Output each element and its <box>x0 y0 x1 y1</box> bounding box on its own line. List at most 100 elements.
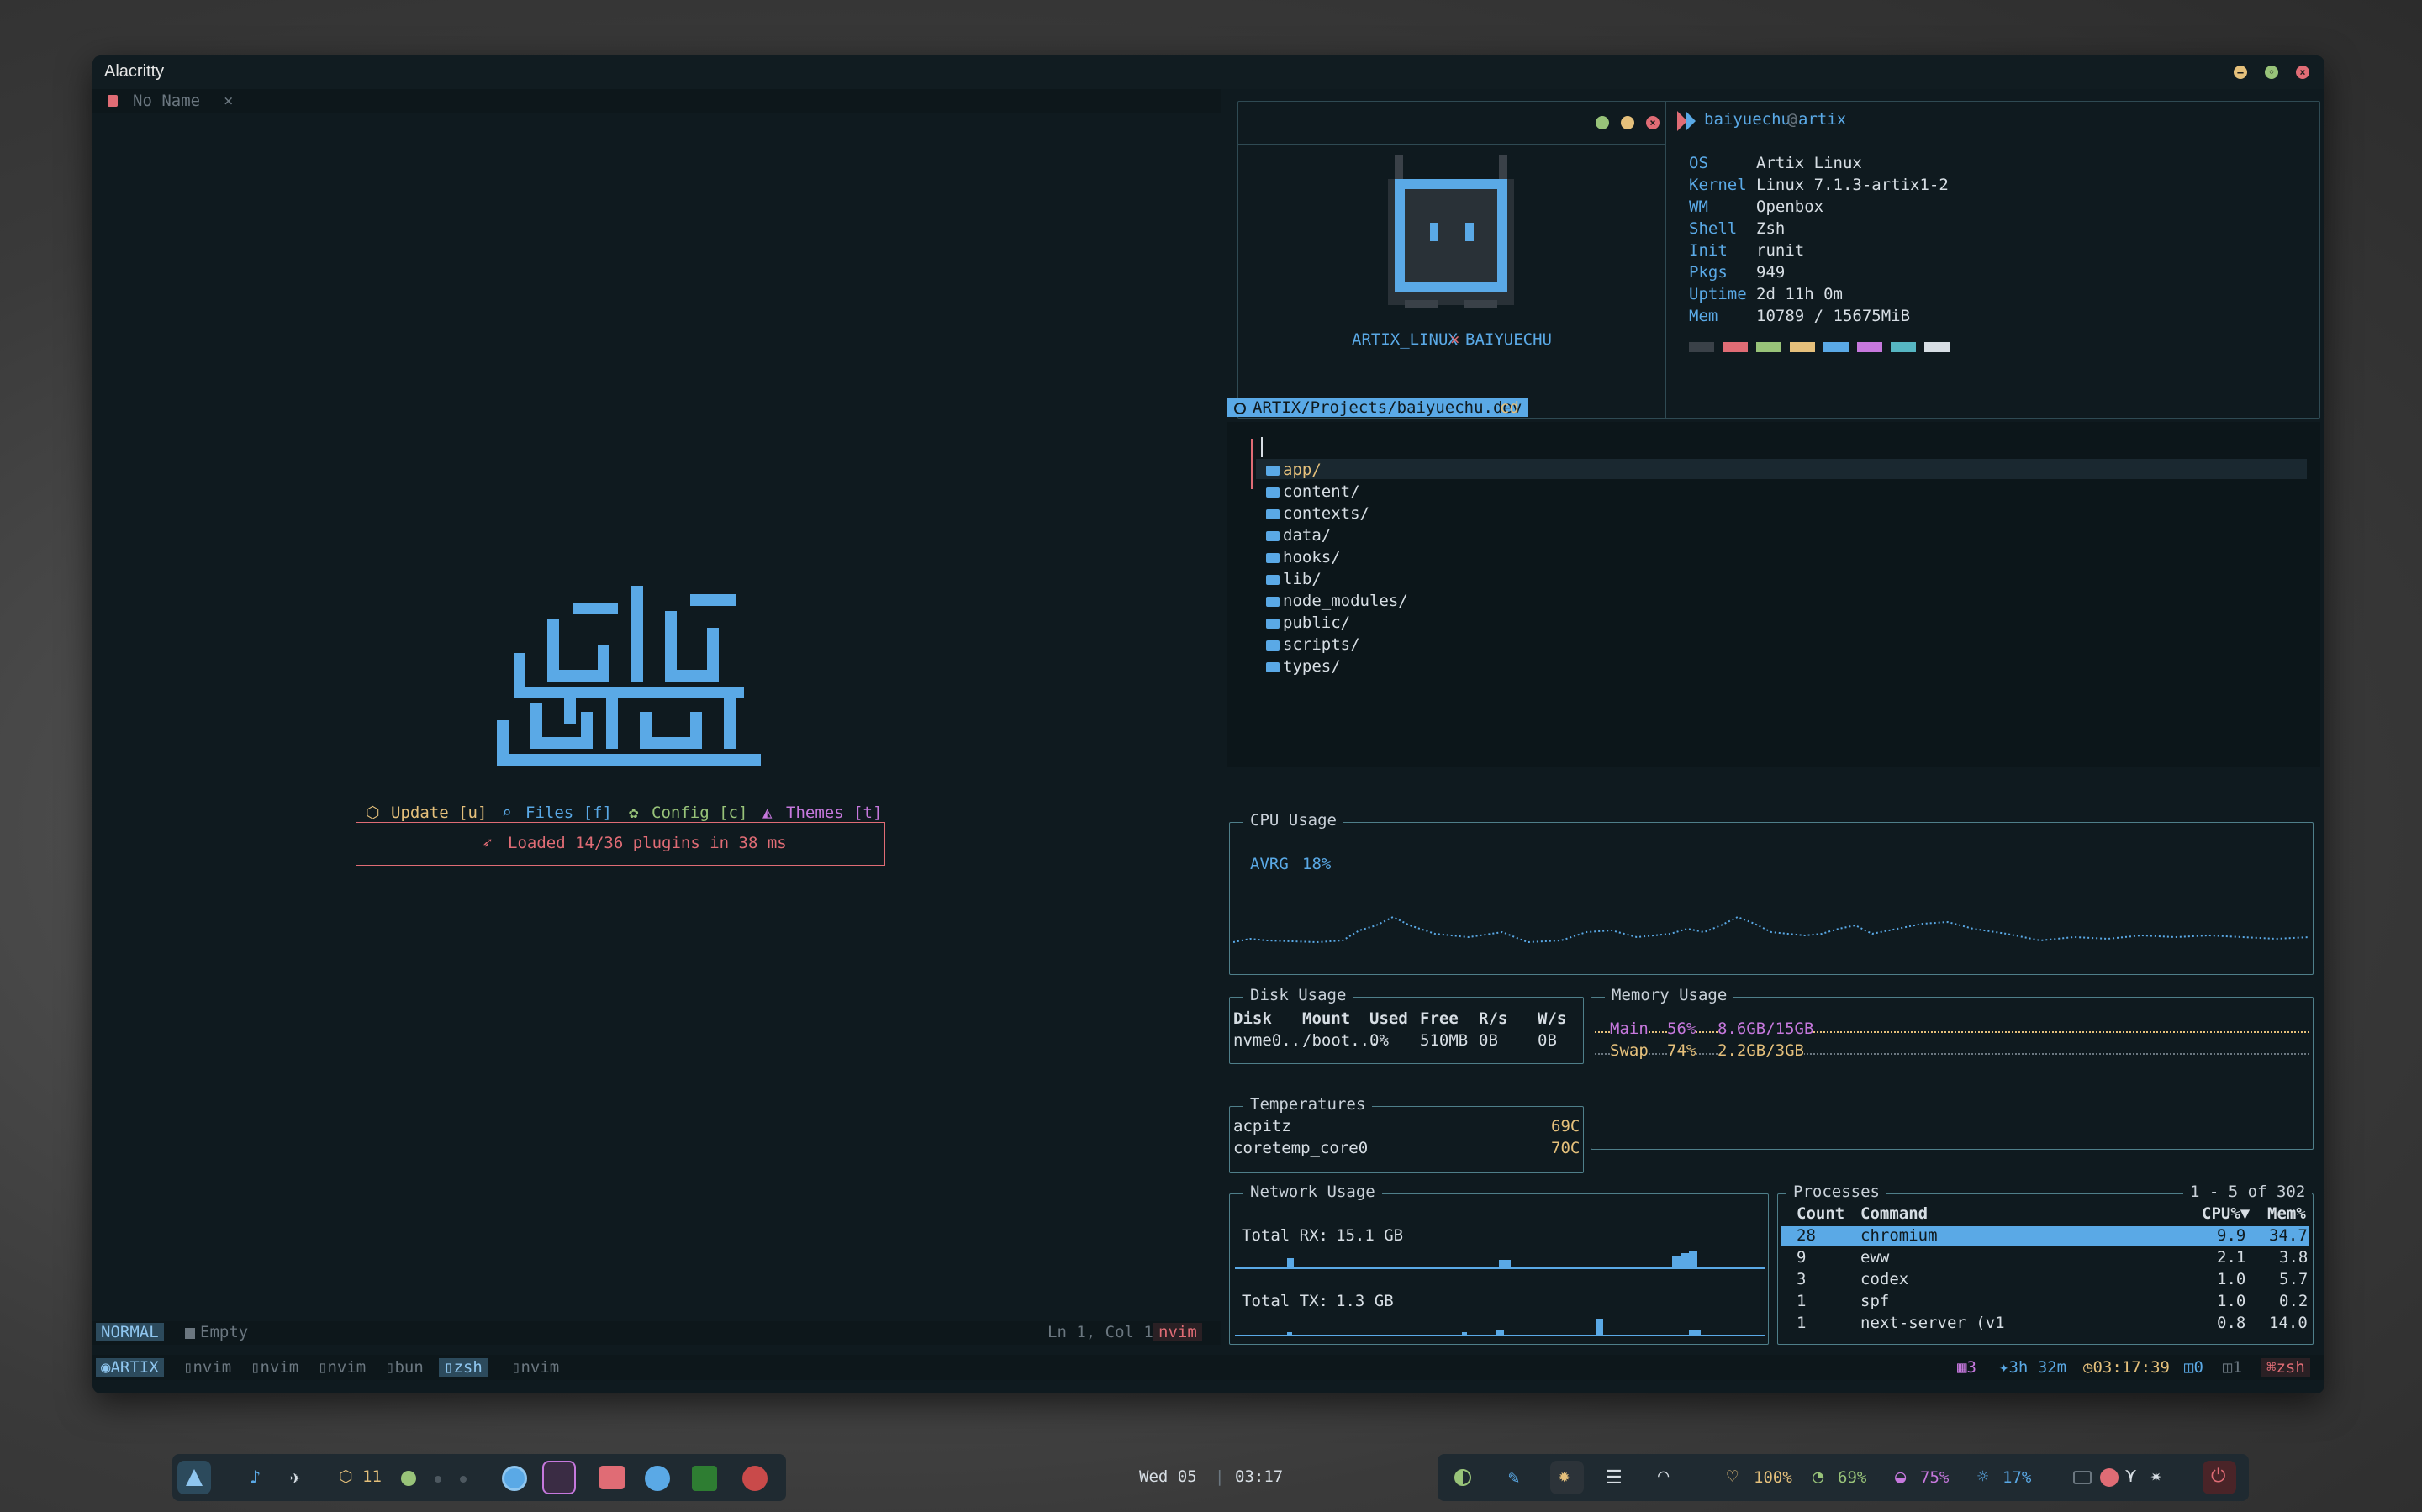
minimize-button[interactable]: – <box>2234 66 2247 79</box>
color-picker-icon[interactable]: ✎ <box>1508 1467 1519 1488</box>
time-spent: ✦3h 32m <box>1999 1358 2067 1377</box>
jet-icon[interactable]: ✈ <box>290 1467 301 1488</box>
taskbar-right: ✎ ✹ ☰ ◠ ♡ 100% ◔ 69% ◒ 75% ☼ 17% ⋎ ✷ ⏻ <box>1438 1454 2249 1501</box>
folder-icon <box>1266 531 1280 541</box>
folder-entry[interactable]: lib/ <box>1266 570 1322 588</box>
tmux-window-active[interactable]: ▯zsh <box>439 1358 488 1377</box>
cursor-position: Ln 1, Col 1 <box>1047 1323 1153 1341</box>
power-icon: ⏻ <box>2211 1466 2226 1487</box>
folder-entry[interactable]: data/ <box>1266 526 1331 545</box>
folder-icon <box>1266 509 1280 519</box>
tx-value: 1.3 GB <box>1336 1292 1394 1310</box>
nvim-tabline: No Name × <box>92 89 1221 113</box>
sliders-icon[interactable]: ☰ <box>1606 1467 1623 1488</box>
swap-mem-graph <box>1595 1053 2309 1056</box>
folder-icon <box>1266 487 1280 498</box>
folder-icon <box>1266 597 1280 607</box>
yin-yang-icon[interactable] <box>401 1471 416 1486</box>
tray-app-icon[interactable]: ✷ <box>2150 1466 2161 1487</box>
tmux-window[interactable]: ▯nvim <box>183 1358 231 1377</box>
folder-icon <box>1266 640 1280 651</box>
folder-entry[interactable]: node_modules/ <box>1266 592 1408 610</box>
tmux-window[interactable]: ▯nvim <box>511 1358 559 1377</box>
gear-icon: ✿ <box>629 803 639 822</box>
update-button[interactable]: Update [u] <box>391 803 487 822</box>
network-usage-panel: Network Usage Total RX: 15.1 GB Total TX… <box>1229 1183 1769 1345</box>
tmux-session[interactable]: ◉ARTIX <box>96 1358 164 1377</box>
workspace-dot[interactable] <box>435 1476 441 1483</box>
tmux-status-bar: ◉ARTIX ▯nvim ▯nvim ▯nvim ▯bun ▯zsh ▯nvim… <box>92 1355 2324 1380</box>
logo-caption-right: BAIYUECHU <box>1465 330 1552 349</box>
robot-logo <box>1388 155 1514 308</box>
theme-toggle-icon[interactable] <box>1454 1469 1471 1486</box>
cpu-graph <box>1233 915 2309 944</box>
recorder-icon[interactable] <box>742 1466 768 1491</box>
tx-graph <box>1235 1319 1765 1336</box>
vscode-tray-icon[interactable]: ⋎ <box>2125 1466 2136 1487</box>
folder-entry[interactable]: hooks/ <box>1266 548 1341 566</box>
folder-entry[interactable]: scripts/ <box>1266 635 1360 654</box>
updates-icon[interactable]: ⬡ <box>339 1467 353 1486</box>
code-editor-icon[interactable] <box>542 1461 576 1494</box>
gear-icon: ✹ <box>1559 1466 1570 1487</box>
themes-button[interactable]: Themes [t] <box>786 803 882 822</box>
palette-swatch <box>1756 342 1781 352</box>
record-tray-icon[interactable] <box>2100 1468 2119 1487</box>
wifi-icon[interactable]: ◠ <box>1658 1466 1669 1487</box>
shell-indicator: ⌘zsh <box>2261 1358 2310 1377</box>
config-button[interactable]: Config [c] <box>652 803 747 822</box>
palette-swatch <box>1924 342 1950 352</box>
folder-entry[interactable]: types/ <box>1266 657 1341 676</box>
telegram-icon[interactable] <box>645 1466 670 1491</box>
fetch-value: Openbox <box>1756 198 1824 216</box>
maximize-button[interactable]: ◦ <box>2265 66 2278 79</box>
presentation-icon[interactable] <box>599 1466 625 1489</box>
main-mem-graph <box>1595 1031 2309 1035</box>
fetch-value: 2d 11h 0m <box>1756 285 1843 303</box>
tmux-window[interactable]: ▯nvim <box>318 1358 366 1377</box>
tmux-window[interactable]: ▯nvim <box>251 1358 298 1377</box>
close-tab-icon[interactable]: × <box>224 92 233 110</box>
process-header[interactable]: Mem% <box>2267 1204 2306 1223</box>
palette-swatch <box>1891 342 1916 352</box>
processes-title: Processes <box>1786 1183 1886 1201</box>
disk-title: Disk Usage <box>1243 986 1353 1004</box>
temp-value: 69C <box>1551 1117 1580 1135</box>
folder-entry[interactable]: app/ <box>1266 461 1322 479</box>
fetch-key: Init <box>1689 241 1728 260</box>
fetch-key: Shell <box>1689 219 1738 238</box>
process-header[interactable]: Count <box>1797 1204 1844 1223</box>
cpu-avg-value: 18% <box>1302 855 1332 873</box>
folder-entry[interactable]: public/ <box>1266 614 1350 632</box>
eye-icon <box>1234 403 1246 414</box>
panes-indicator: ▦3 <box>1957 1358 1976 1377</box>
workspace-dot[interactable] <box>460 1476 467 1483</box>
rx-value: 15.1 GB <box>1336 1226 1404 1245</box>
search-icon: ⌕ <box>502 803 512 822</box>
brightness-icon: ☼ <box>1977 1467 1989 1488</box>
fetch-panel: × ARTIX_LINUX × BAIYUECHU baiyuechu @ ar… <box>1237 101 2320 419</box>
logo-caption-sep: × <box>1450 330 1460 349</box>
keyboard-icon[interactable] <box>2073 1471 2092 1484</box>
buffer-tab[interactable]: No Name <box>133 92 200 110</box>
bell-icon[interactable]: ♪ <box>250 1467 261 1488</box>
files-button[interactable]: Files [f] <box>525 803 612 822</box>
cpu-avg-label: AVRG <box>1250 855 1289 873</box>
battery-heart-icon: ♡ <box>1727 1467 1739 1488</box>
folder-entry[interactable]: content/ <box>1266 482 1360 501</box>
chromium-icon[interactable] <box>502 1466 527 1491</box>
process-header[interactable]: CPU%▼ <box>2202 1204 2250 1223</box>
close-button[interactable]: × <box>2296 66 2309 79</box>
system-monitor-icon[interactable] <box>692 1466 717 1491</box>
palette-swatch <box>1790 342 1815 352</box>
processes-panel: Processes 1 - 5 of 302 Count Command CPU… <box>1777 1183 2314 1345</box>
folder-entry[interactable]: contexts/ <box>1266 504 1369 523</box>
nvim-statusline: NORMAL Empty Ln 1, Col 1 nvim <box>92 1321 1221 1345</box>
package-icon: ⬡ <box>366 803 380 822</box>
rocket-icon: ➶ <box>483 834 493 852</box>
disk-cell: /boot... <box>1302 1031 1380 1050</box>
process-header[interactable]: Command <box>1860 1204 1928 1223</box>
tmux-window[interactable]: ▯bun <box>385 1358 424 1377</box>
fetch-value: Linux 7.1.3-artix1-2 <box>1756 176 1949 194</box>
palette-icon: ◭ <box>762 803 773 822</box>
